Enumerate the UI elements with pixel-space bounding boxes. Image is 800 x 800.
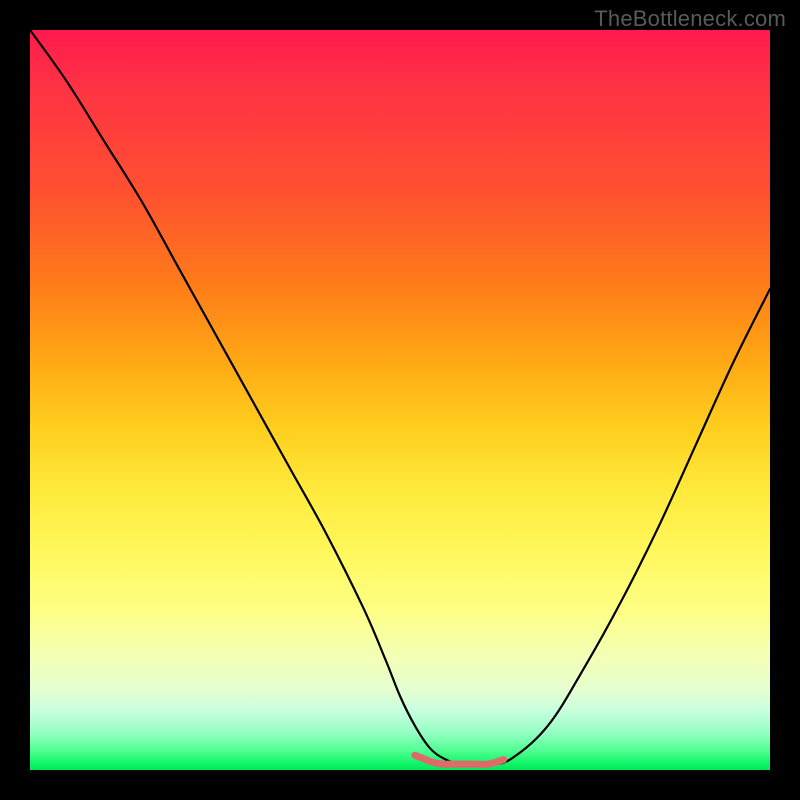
curve-layer bbox=[30, 30, 770, 770]
watermark-label: TheBottleneck.com bbox=[594, 6, 786, 32]
trough-highlight bbox=[415, 755, 504, 764]
bottleneck-curve bbox=[30, 30, 770, 765]
chart-stage: TheBottleneck.com bbox=[0, 0, 800, 800]
plot-area bbox=[30, 30, 770, 770]
